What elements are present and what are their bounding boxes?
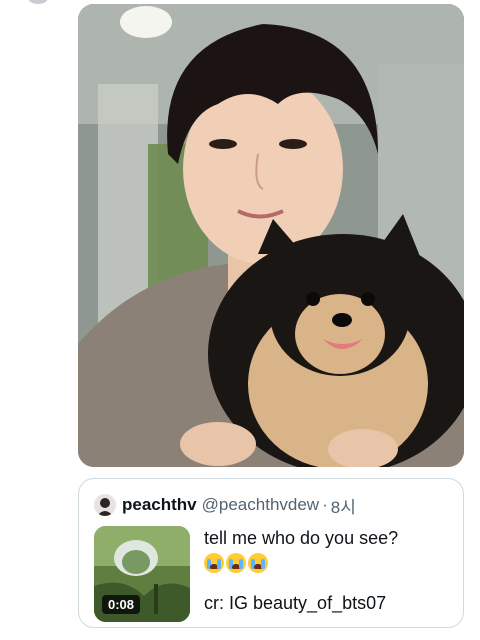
quoted-timestamp[interactable]: 8시 <box>331 493 356 518</box>
quoted-credit-text: cr: IG beauty_of_bts07 <box>204 593 387 613</box>
quoted-video-thumbnail[interactable]: 0:08 <box>94 526 190 622</box>
quoted-post-text: tell me who do you see? <box>204 527 454 573</box>
loudly-crying-face-icon <box>226 553 246 573</box>
quoted-avatar[interactable] <box>94 494 116 516</box>
photo-person-with-dog <box>78 4 464 467</box>
avatar-icon <box>94 494 116 516</box>
video-duration-badge: 0:08 <box>102 595 141 614</box>
quoted-display-name[interactable]: peachthv <box>122 495 197 515</box>
quoted-handle[interactable]: @peachthvdew <box>202 495 319 515</box>
quoted-text-line: tell me who do you see? <box>204 528 399 548</box>
separator-dot: · <box>322 495 328 514</box>
post-media-photo[interactable] <box>78 4 464 467</box>
quoted-post-card[interactable]: peachthv @peachthvdew · 8시 0:08 tell me … <box>78 478 464 628</box>
loudly-crying-face-icon <box>248 553 268 573</box>
crying-emojis <box>204 553 454 573</box>
previous-avatar-sliver <box>28 0 48 4</box>
quoted-post-header: peachthv @peachthvdew · 8시 <box>94 493 356 517</box>
loudly-crying-face-icon <box>204 553 224 573</box>
